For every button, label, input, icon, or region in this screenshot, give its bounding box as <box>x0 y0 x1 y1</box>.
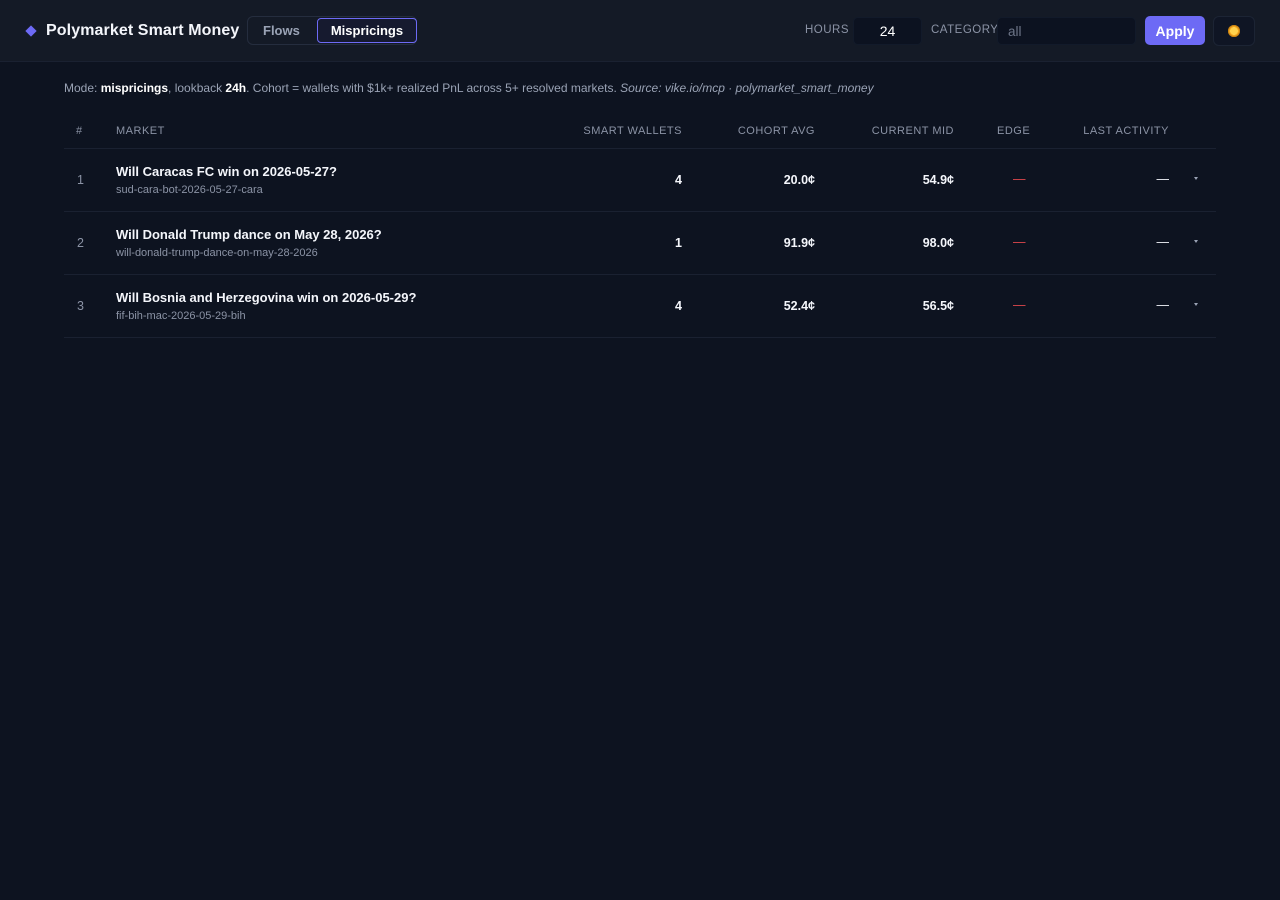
smart-wallets-value: 4 <box>675 299 682 313</box>
market-title: Will Caracas FC win on 2026-05-27? <box>116 164 337 179</box>
column-header-cohort-avg: COHORT AVG <box>737 125 815 137</box>
sun-icon <box>1228 25 1240 37</box>
row-index: 2 <box>77 236 84 250</box>
column-header-smart-wallets: SMART WALLETS <box>583 125 682 137</box>
current-mid-value: 54.9¢ <box>922 173 954 187</box>
column-header-edge: EDGE <box>997 125 1031 137</box>
table-header: # MARKET SMART WALLETS COHORT AVG CURREN… <box>64 112 1216 149</box>
chevron-down-icon[interactable] <box>1191 299 1201 309</box>
last-activity-value: — <box>1156 235 1170 249</box>
last-activity-value: — <box>1156 172 1170 186</box>
mispricings-table: # MARKET SMART WALLETS COHORT AVG CURREN… <box>64 112 1216 338</box>
mode-description: Mode: mispricings, lookback 24h. Cohort … <box>64 81 874 95</box>
edge-value: — <box>1013 235 1026 249</box>
mode-value: mispricings <box>100 81 169 95</box>
top-bar: Polymarket Smart Money Flows Mispricings… <box>0 0 1280 62</box>
app-title: Polymarket Smart Money <box>46 22 240 39</box>
current-mid-value: 56.5¢ <box>922 299 954 313</box>
market-slug: will-donald-trump-dance-on-may-28-2026 <box>116 247 318 259</box>
mode-prefix: Mode: <box>64 81 101 95</box>
theme-toggle-button[interactable] <box>1213 16 1255 46</box>
table-row[interactable]: 2 Will Donald Trump dance on May 28, 202… <box>64 212 1216 275</box>
category-label: CATEGORY <box>931 24 999 36</box>
tab-mispricings[interactable]: Mispricings <box>316 18 418 43</box>
last-activity-value: — <box>1156 298 1170 312</box>
cohort-avg-value: 91.9¢ <box>783 236 815 250</box>
column-header-num: # <box>76 125 83 137</box>
row-index: 1 <box>77 173 84 187</box>
smart-wallets-value: 1 <box>675 236 682 250</box>
column-header-last-activity: LAST ACTIVITY <box>1083 125 1169 137</box>
column-header-market: MARKET <box>116 125 165 137</box>
cohort-description: . Cohort = wallets with $1k+ realized Pn… <box>246 81 621 95</box>
hours-input[interactable] <box>853 17 922 45</box>
current-mid-value: 98.0¢ <box>922 236 954 250</box>
chevron-down-icon[interactable] <box>1191 173 1201 183</box>
market-slug: sud-cara-bot-2026-05-27-cara <box>116 184 263 196</box>
cohort-avg-value: 52.4¢ <box>783 299 815 313</box>
edge-value: — <box>1013 172 1026 186</box>
hours-label: HOURS <box>805 24 850 36</box>
smart-wallets-value: 4 <box>675 173 682 187</box>
tab-flows[interactable]: Flows <box>249 18 314 43</box>
market-title: Will Donald Trump dance on May 28, 2026? <box>116 227 382 242</box>
source-text: Source: vike.io/mcp · polymarket_smart_m… <box>620 81 874 95</box>
chevron-down-icon[interactable] <box>1191 236 1201 246</box>
lookback-value: 24h <box>225 81 247 95</box>
market-title: Will Bosnia and Herzegovina win on 2026-… <box>116 290 417 305</box>
cohort-avg-value: 20.0¢ <box>783 173 815 187</box>
row-index: 3 <box>77 299 84 313</box>
market-slug: fif-bih-mac-2026-05-29-bih <box>116 310 246 322</box>
table-row[interactable]: 3 Will Bosnia and Herzegovina win on 202… <box>64 275 1216 338</box>
brand: Polymarket Smart Money <box>24 20 239 42</box>
apply-button[interactable]: Apply <box>1145 16 1205 45</box>
mode-tabs: Flows Mispricings <box>247 16 418 45</box>
category-input[interactable] <box>997 17 1136 45</box>
lookback-prefix: , lookback <box>168 81 226 95</box>
edge-value: — <box>1013 298 1026 312</box>
diamond-icon <box>25 25 37 37</box>
column-header-current-mid: CURRENT MID <box>871 125 954 137</box>
table-row[interactable]: 1 Will Caracas FC win on 2026-05-27? sud… <box>64 149 1216 212</box>
